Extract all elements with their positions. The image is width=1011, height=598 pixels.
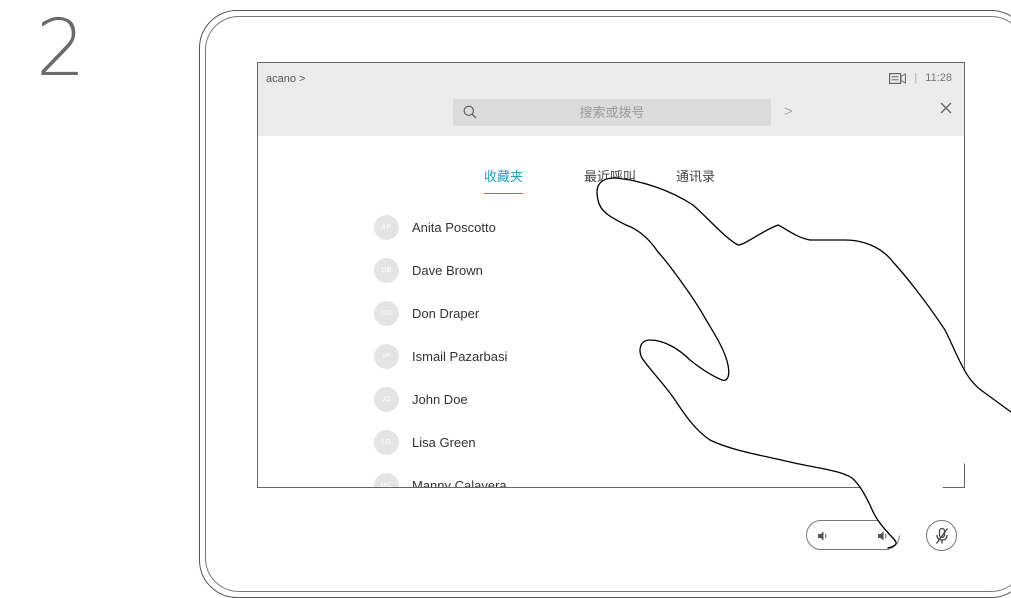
list-item[interactable]: JD John Doe	[374, 386, 468, 412]
close-icon[interactable]	[940, 101, 952, 119]
clock: 11:28	[925, 72, 952, 84]
avatar: DD	[374, 300, 399, 326]
list-item[interactable]: AP Anita Poscotto	[374, 214, 496, 240]
status-area: | 11:28	[889, 72, 952, 84]
microphone-muted-icon[interactable]	[926, 520, 957, 551]
list-item[interactable]: DD Don Draper	[374, 300, 479, 326]
avatar: MC	[374, 472, 399, 487]
contact-name: Ismail Pazarbasi	[412, 348, 508, 364]
tab-favorites[interactable]: 收藏夹	[484, 166, 524, 194]
speaker-icon[interactable]	[817, 529, 829, 547]
top-bar: acano > | 11:28 >	[258, 63, 964, 136]
contact-name: Don Draper	[412, 305, 480, 321]
contact-name: Anita Poscotto	[412, 219, 496, 235]
avatar: DB	[374, 257, 399, 283]
list-item[interactable]: MC Manny Calavera	[374, 472, 507, 488]
tab-bar: 收藏夹 最近呼叫 通讯录	[258, 166, 964, 196]
step-number: 2	[36, 4, 86, 94]
camera-icon[interactable]	[889, 72, 907, 84]
search-input[interactable]	[493, 99, 731, 126]
search-icon	[463, 105, 477, 124]
avatar: IP	[374, 343, 399, 369]
breadcrumb[interactable]: acano >	[266, 73, 305, 85]
tab-directory[interactable]: 通讯录	[676, 166, 715, 193]
contact-name: Dave Brown	[412, 262, 483, 278]
contact-name: John Doe	[412, 391, 468, 407]
contact-name: Lisa Green	[412, 434, 476, 450]
list-item[interactable]: LG Lisa Green	[374, 429, 476, 455]
tab-recents[interactable]: 最近呼叫	[584, 166, 636, 193]
touch-screen: acano > | 11:28 >	[257, 62, 965, 488]
avatar: AP	[374, 214, 399, 240]
list-item[interactable]: IP Ismail Pazarbasi	[374, 343, 507, 369]
search-box[interactable]	[453, 99, 771, 126]
arrow-button[interactable]: >	[784, 103, 793, 120]
speaker-icon[interactable]	[877, 529, 889, 547]
status-divider: |	[914, 72, 918, 84]
contact-name: Manny Calavera	[412, 477, 507, 488]
list-item[interactable]: DB Dave Brown	[374, 257, 483, 283]
avatar: JD	[374, 386, 399, 412]
volume-control[interactable]	[806, 520, 900, 550]
avatar: LG	[374, 429, 399, 455]
